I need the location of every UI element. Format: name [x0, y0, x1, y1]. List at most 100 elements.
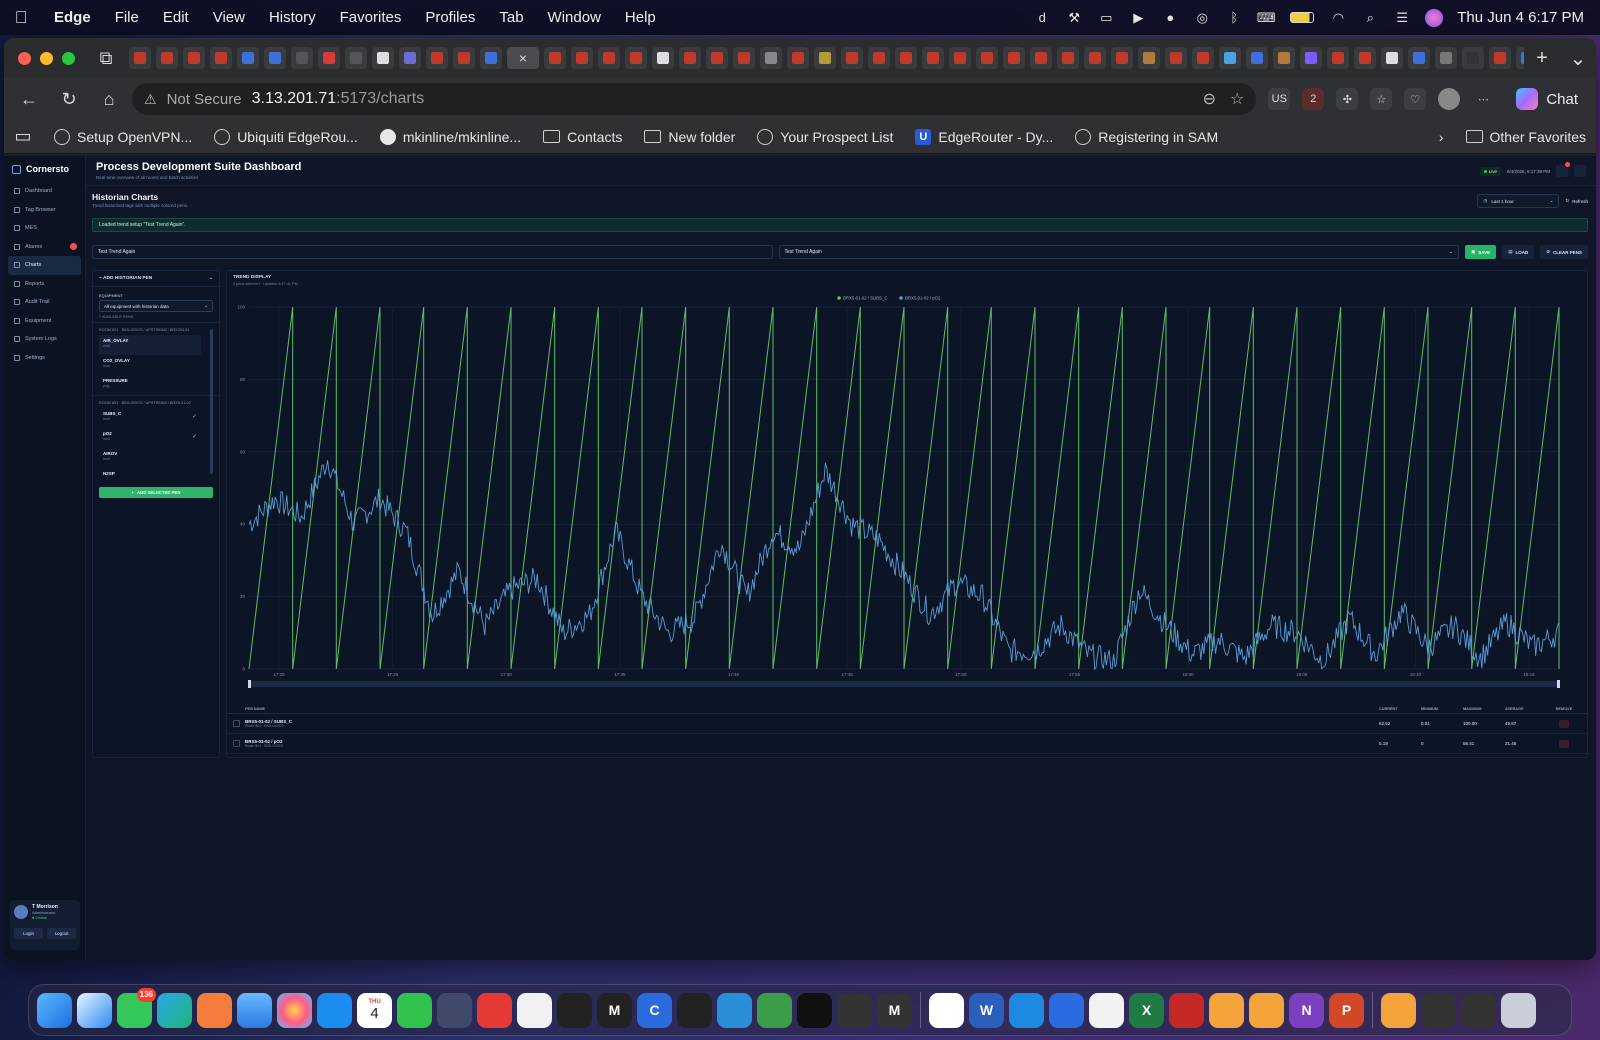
app-icon[interactable] — [1089, 992, 1124, 1028]
spotlight-search-icon[interactable]: ⌕ — [1361, 9, 1379, 27]
excel-icon[interactable]: X — [1129, 992, 1164, 1028]
pen-option[interactable]: N2SP — [99, 468, 201, 488]
browser-tab[interactable] — [787, 47, 809, 69]
browser-tab[interactable] — [1246, 47, 1268, 69]
favorite-star-icon[interactable]: ☆ — [1230, 89, 1244, 109]
browser-tab[interactable] — [1327, 47, 1349, 69]
favorite-link[interactable]: U EdgeRouter - Dy... — [915, 128, 1053, 145]
browser-tab[interactable] — [1462, 47, 1484, 69]
pen-option[interactable]: PRESSURE psig — [99, 375, 201, 395]
zoom-icon[interactable]: ⊖ — [1203, 89, 1216, 109]
browser-tab[interactable] — [706, 47, 728, 69]
app-icon[interactable]: C — [637, 992, 672, 1028]
browser-tab[interactable] — [183, 47, 205, 69]
battery-icon[interactable] — [1289, 9, 1315, 27]
browser-tab[interactable] — [598, 47, 620, 69]
equipment-select[interactable]: All equipment with historian data ⌄ — [99, 300, 213, 312]
favorite-link[interactable]: Setup OpenVPN... — [54, 128, 192, 145]
save-button[interactable]: ▣ SAVE — [1465, 245, 1497, 259]
menu-window[interactable]: Window — [536, 9, 613, 26]
menu-edit[interactable]: Edit — [151, 9, 201, 26]
browser-tab[interactable] — [210, 47, 232, 69]
d-status-icon[interactable]: d — [1033, 9, 1051, 27]
app-icon[interactable] — [1461, 992, 1496, 1028]
sidebar-item-tag-browser[interactable]: Tag Browser — [4, 201, 85, 220]
browser-tab[interactable] — [264, 47, 286, 69]
copilot-chat-button[interactable]: Chat — [1506, 88, 1588, 110]
sidebar-item-reports[interactable]: Reports — [4, 275, 85, 294]
other-favorites[interactable]: Other Favorites — [1465, 129, 1586, 145]
login-button[interactable]: Login — [14, 928, 43, 939]
trend-name-input[interactable]: Test Trend Again — [92, 245, 773, 259]
browser-tab[interactable] — [1165, 47, 1187, 69]
acrobat-icon[interactable] — [1169, 992, 1204, 1028]
workspaces-icon[interactable]: ⧉ — [89, 43, 123, 73]
display-icon[interactable]: ▭ — [1097, 9, 1115, 27]
health-heart-icon[interactable]: ♡ — [1404, 88, 1427, 110]
browser-tab[interactable] — [733, 47, 755, 69]
app-icon[interactable] — [197, 992, 232, 1028]
calendar-icon[interactable]: THU 4 — [357, 992, 392, 1028]
apple-menu-icon[interactable]:  — [0, 8, 42, 28]
pen-option[interactable]: CO2_OVLAY mult — [99, 355, 201, 375]
sidebar-item-system-logs[interactable]: System Logs — [4, 330, 85, 349]
menu-profiles[interactable]: Profiles — [413, 9, 487, 26]
menu-view[interactable]: View — [201, 9, 257, 26]
tab-overflow-chevron-icon[interactable]: ⌄ — [1560, 46, 1596, 71]
remove-pen-button[interactable] — [1559, 739, 1569, 748]
pen-option[interactable]: AIR_OVLAY mult — [99, 335, 201, 355]
app-icon[interactable] — [717, 992, 752, 1028]
keyboard-icon[interactable]: ⌨ — [1257, 9, 1276, 27]
favorite-link[interactable]: Contacts — [543, 129, 622, 145]
app-brand[interactable]: Cornersto — [4, 156, 85, 182]
browser-tab[interactable] — [372, 47, 394, 69]
wifi-icon[interactable]: ◠ — [1329, 9, 1347, 27]
app-icon[interactable] — [437, 992, 472, 1028]
app-icon[interactable]: M — [877, 992, 912, 1028]
tools-icon[interactable]: ⚒ — [1065, 9, 1083, 27]
menu-help[interactable]: Help — [613, 9, 668, 26]
minimize-window-button[interactable] — [40, 51, 53, 65]
notifications-bell-icon[interactable] — [1556, 162, 1570, 177]
app-icon[interactable] — [797, 992, 832, 1028]
bluetooth-icon[interactable]: ᛒ — [1225, 9, 1243, 27]
browser-tab[interactable] — [625, 47, 647, 69]
app-icon[interactable] — [477, 992, 512, 1028]
legend-entry[interactable]: BRX5-01-02 / pO2 — [905, 296, 941, 301]
browser-tab[interactable] — [1057, 47, 1079, 69]
browser-tab[interactable] — [1516, 47, 1524, 69]
app-icon[interactable]: M — [597, 992, 632, 1028]
browser-tab[interactable] — [1219, 47, 1241, 69]
browser-tab[interactable] — [453, 47, 475, 69]
play-icon[interactable]: ▶ — [1129, 9, 1147, 27]
browser-tab[interactable] — [480, 47, 502, 69]
remove-pen-button[interactable] — [1559, 719, 1569, 728]
add-pen-header[interactable]: ⌁ ADD HISTORIAN PEN ⌄ — [93, 271, 219, 287]
browser-tab[interactable] — [1489, 47, 1511, 69]
browser-tab[interactable] — [156, 47, 178, 69]
slider-left-handle[interactable] — [248, 680, 251, 688]
photos-icon[interactable] — [277, 992, 312, 1028]
favorite-link[interactable]: mkinline/mkinline... — [379, 128, 521, 145]
favorite-link[interactable]: Ubiquiti EdgeRou... — [214, 128, 358, 145]
time-range-select[interactable]: ◷ Last 1 hour ⌄ — [1477, 194, 1560, 208]
browser-tab[interactable] — [1381, 47, 1403, 69]
browser-tab[interactable] — [760, 47, 782, 69]
browser-tab[interactable] — [1030, 47, 1052, 69]
app-store-icon[interactable] — [317, 992, 352, 1028]
favorite-link[interactable]: Your Prospect List — [757, 128, 893, 145]
browser-tab[interactable] — [895, 47, 917, 69]
menu-app-name[interactable]: Edge — [42, 9, 103, 26]
browser-tab[interactable] — [814, 47, 836, 69]
sidebar-item-dashboard[interactable]: Dashboard — [4, 182, 85, 201]
word-icon[interactable]: W — [969, 992, 1004, 1028]
add-selected-pen-button[interactable]: + ADD SELECTED PEN — [99, 487, 213, 498]
clear-pens-button[interactable]: ⊘ CLEAR PENS — [1540, 245, 1588, 259]
extension-red-icon[interactable]: 2 — [1302, 88, 1325, 110]
app-icon[interactable] — [1381, 992, 1416, 1028]
app-icon[interactable] — [517, 992, 552, 1028]
browser-tab[interactable] — [345, 47, 367, 69]
browser-tab[interactable] — [399, 47, 421, 69]
browser-tab[interactable] — [1300, 47, 1322, 69]
browser-tab[interactable] — [1192, 47, 1214, 69]
